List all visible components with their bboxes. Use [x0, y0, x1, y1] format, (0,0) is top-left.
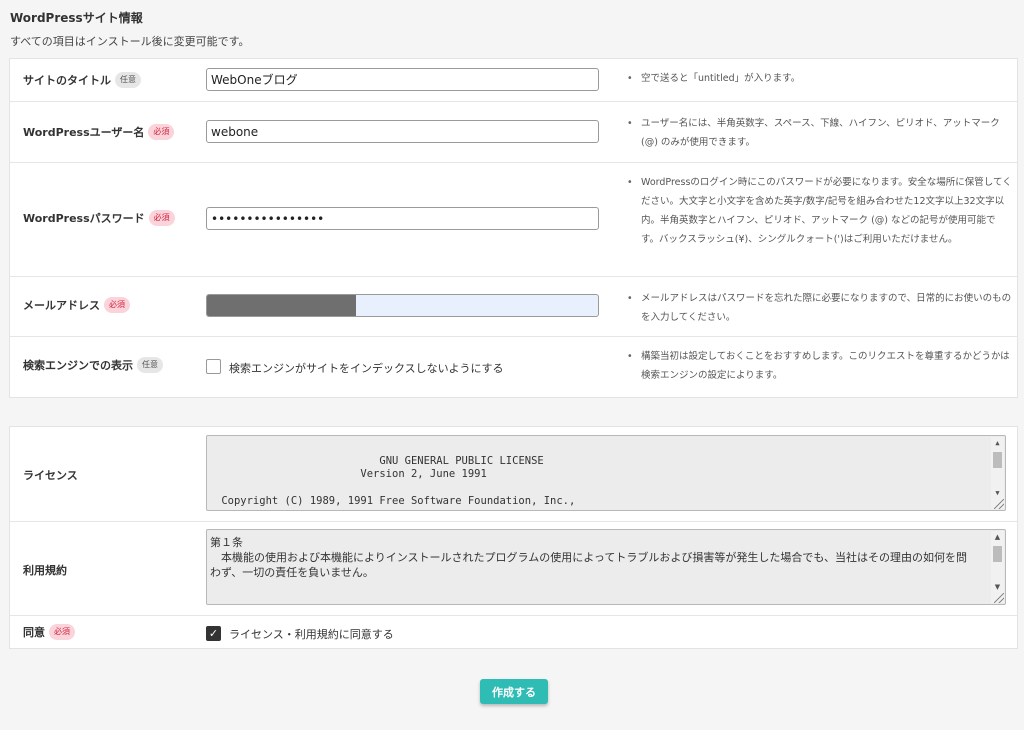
username-label: WordPressユーザー名 必須	[23, 124, 175, 140]
scroll-up-icon[interactable]: ▲	[991, 531, 1004, 543]
username-note: ユーザー名には、半角英数字、スペース、下線、ハイフン、ピリオド、アットマーク (…	[624, 114, 1012, 152]
password-input[interactable]	[206, 207, 599, 230]
required-badge: 必須	[49, 624, 75, 640]
required-badge: 必須	[104, 297, 130, 313]
license-row: ライセンス GNU GENERAL PUBLIC LICENSE Version…	[10, 427, 1017, 522]
site-info-panel: サイトのタイトル 任意 空で送ると「untitled」が入ります。 WordPr…	[9, 58, 1018, 398]
terms-row: 利用規約 第１条 本機能の使用および本機能によりインストールされたプログラムの使…	[10, 522, 1017, 616]
search-engine-note: 構築当初は設定しておくことをおすすめします。このリクエストを尊重するかどうかは検…	[624, 347, 1012, 385]
search-engine-label: 検索エンジンでの表示 任意	[23, 357, 163, 373]
search-engine-row: 検索エンジンでの表示 任意 検索エンジンがサイトをインデックスしないようにする …	[10, 337, 1017, 399]
scroll-thumb[interactable]	[993, 546, 1002, 562]
password-note: WordPressのログイン時にこのパスワードが必要になります。安全な場所に保管…	[624, 173, 1012, 249]
create-button[interactable]: 作成する	[480, 679, 548, 704]
license-panel: ライセンス GNU GENERAL PUBLIC LICENSE Version…	[9, 426, 1018, 649]
scroll-up-icon[interactable]: ▲	[991, 437, 1004, 449]
email-row: メールアドレス 必須 メールアドレスはパスワードを忘れた際に必要になりますので、…	[10, 277, 1017, 337]
email-label: メールアドレス 必須	[23, 297, 130, 313]
email-note: メールアドレスはパスワードを忘れた際に必要になりますので、日常的にお使いのものを…	[624, 289, 1012, 327]
terms-label: 利用規約	[23, 564, 67, 577]
password-label: WordPressパスワード 必須	[23, 210, 175, 226]
required-badge: 必須	[148, 210, 175, 226]
scroll-down-icon[interactable]: ▼	[991, 581, 1004, 593]
site-title-note: 空で送ると「untitled」が入ります。	[624, 69, 1012, 88]
section-title: WordPressサイト情報	[10, 11, 143, 25]
license-textarea[interactable]: GNU GENERAL PUBLIC LICENSE Version 2, Ju…	[206, 435, 1006, 511]
resize-grip-icon[interactable]	[994, 593, 1004, 603]
agree-checkbox[interactable]: ✓	[206, 626, 221, 641]
agree-row: 同意 必須 ✓ ライセンス・利用規約に同意する	[10, 616, 1017, 650]
search-engine-checkbox-label[interactable]: 検索エンジンがサイトをインデックスしないようにする	[229, 360, 504, 376]
search-engine-checkbox[interactable]	[206, 359, 221, 374]
scroll-thumb[interactable]	[993, 452, 1002, 468]
agree-checkbox-label[interactable]: ライセンス・利用規約に同意する	[229, 626, 394, 642]
site-title-row: サイトのタイトル 任意 空で送ると「untitled」が入ります。	[10, 59, 1017, 102]
license-label: ライセンス	[23, 469, 78, 482]
redacted-email-mask	[207, 295, 356, 316]
email-input[interactable]	[206, 294, 599, 317]
terms-textarea[interactable]: 第１条 本機能の使用および本機能によりインストールされたプログラムの使用によって…	[206, 529, 1006, 605]
username-input[interactable]	[206, 120, 599, 143]
username-row: WordPressユーザー名 必須 ユーザー名には、半角英数字、スペース、下線、…	[10, 102, 1017, 163]
required-badge: 必須	[148, 124, 175, 140]
section-description: すべての項目はインストール後に変更可能です。	[10, 35, 250, 48]
checkmark-icon: ✓	[208, 627, 219, 640]
site-title-label: サイトのタイトル 任意	[23, 72, 141, 88]
terms-text: 第１条 本機能の使用および本機能によりインストールされたプログラムの使用によって…	[210, 536, 968, 579]
password-row: WordPressパスワード 必須 WordPressのログイン時にこのパスワー…	[10, 163, 1017, 277]
scroll-down-icon[interactable]: ▼	[991, 487, 1004, 499]
resize-grip-icon[interactable]	[994, 499, 1004, 509]
site-title-input[interactable]	[206, 68, 599, 91]
license-text: GNU GENERAL PUBLIC LICENSE Version 2, Ju…	[221, 454, 588, 511]
optional-badge: 任意	[115, 72, 141, 88]
optional-badge: 任意	[137, 357, 163, 373]
agree-label: 同意 必須	[23, 624, 75, 640]
